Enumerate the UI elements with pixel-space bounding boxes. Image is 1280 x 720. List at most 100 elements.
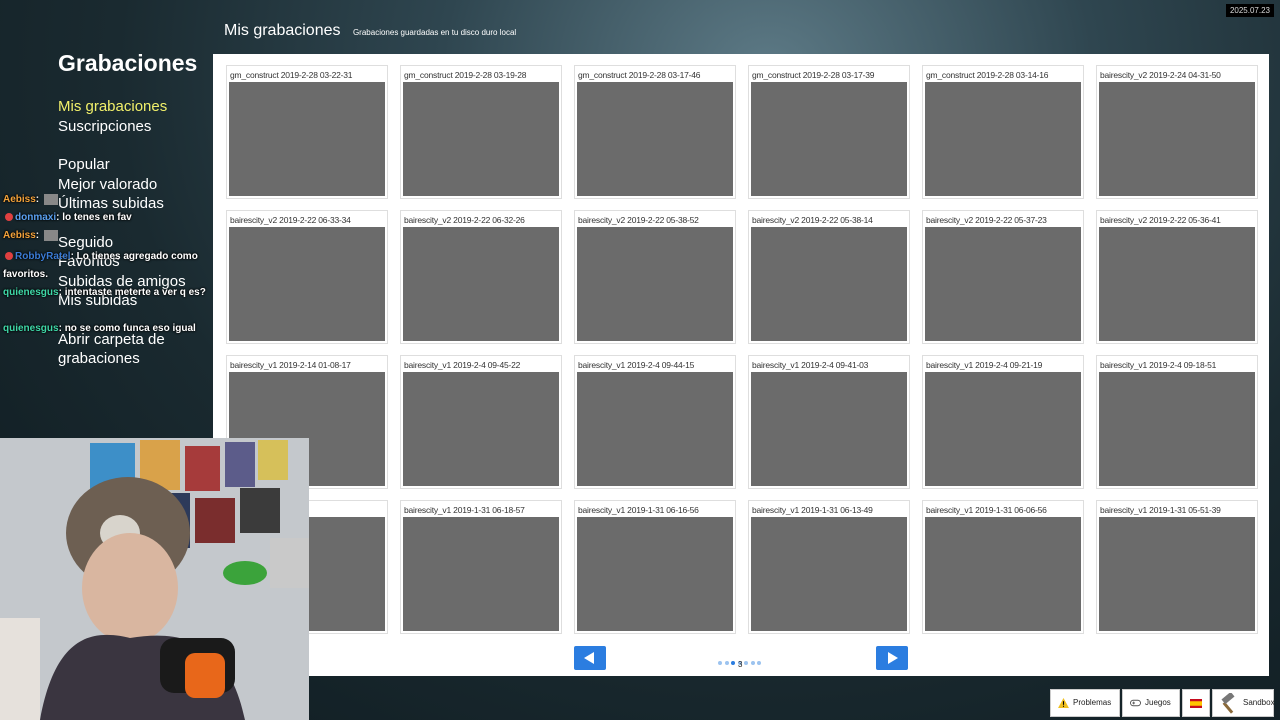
recording-thumbnail	[925, 227, 1081, 341]
recording-thumbnail	[751, 227, 907, 341]
recording-card[interactable]: bairescity_v2 2019-2-22 05-38-14	[748, 210, 910, 344]
games-label: Juegos	[1145, 698, 1171, 707]
page-subtitle: Grabaciones guardadas en tu disco duro l…	[352, 28, 517, 37]
recording-title: bairescity_v2 2019-2-22 05-38-14	[752, 215, 873, 225]
page-dot[interactable]	[744, 661, 748, 665]
recording-thumbnail	[925, 82, 1081, 196]
chat-message: Aebiss:	[3, 230, 60, 241]
recording-thumbnail	[229, 82, 385, 196]
recording-thumbnail	[1099, 227, 1255, 341]
recording-card[interactable]: bairescity_v1 2019-2-4 09-18-51	[1096, 355, 1258, 489]
chat-message: donmaxi: lo tenes en fav	[3, 212, 132, 223]
recording-card[interactable]: bairescity_v1 2019-1-31 06-13-49	[748, 500, 910, 634]
recording-thumbnail	[229, 227, 385, 341]
recording-card[interactable]: gm_construct 2019-2-28 03-22-31	[226, 65, 388, 199]
recording-thumbnail	[577, 82, 733, 196]
next-page-button[interactable]	[876, 646, 908, 670]
recording-thumbnail	[751, 372, 907, 486]
recording-card[interactable]: bairescity_v2 2019-2-22 05-36-41	[1096, 210, 1258, 344]
recording-thumbnail	[403, 517, 559, 631]
chat-emote-icon	[43, 230, 58, 241]
recording-thumbnail	[925, 372, 1081, 486]
chat-badge-icon	[5, 213, 13, 222]
sidebar-item-ultimas-subidas[interactable]: Últimas subidas	[58, 194, 164, 213]
chat-text: no se como funca eso igual	[64, 323, 196, 334]
recording-title: bairescity_v2 2019-2-22 06-33-34	[230, 215, 351, 225]
chat-username: quienesgus	[3, 323, 59, 334]
recording-title: bairescity_v1 2019-1-31 06-06-56	[926, 505, 1047, 515]
recording-card[interactable]: gm_construct 2019-2-28 03-17-46	[574, 65, 736, 199]
arrow-right-icon	[888, 652, 898, 664]
sidebar-item-mis-grabaciones[interactable]: Mis grabaciones	[58, 97, 167, 116]
recording-card[interactable]: bairescity_v1 2019-1-31 06-18-57	[400, 500, 562, 634]
current-page-number: 3	[738, 660, 743, 669]
warning-icon	[1058, 698, 1069, 708]
recording-card[interactable]: bairescity_v1 2019-1-31 05-51-39	[1096, 500, 1258, 634]
recording-thumbnail	[751, 517, 907, 631]
hammer-icon	[1221, 693, 1235, 714]
recording-title: bairescity_v2 2019-2-22 05-38-52	[578, 215, 699, 225]
previous-page-button[interactable]	[574, 646, 606, 670]
page-dot[interactable]	[757, 661, 761, 665]
recording-card[interactable]: bairescity_v2 2019-2-22 05-38-52	[574, 210, 736, 344]
page-title: Mis grabaciones	[224, 22, 341, 39]
recording-card[interactable]: bairescity_v1 2019-2-4 09-44-15	[574, 355, 736, 489]
sidebar-item-suscripciones[interactable]: Suscripciones	[58, 117, 151, 136]
webcam-overlay	[0, 438, 309, 720]
recording-card[interactable]: bairescity_v1 2019-2-4 09-21-19	[922, 355, 1084, 489]
spain-flag-icon	[1190, 699, 1202, 708]
recording-title: bairescity_v1 2019-2-4 09-41-03	[752, 360, 869, 370]
chat-username: Aebiss	[3, 230, 36, 242]
recording-card[interactable]: bairescity_v2 2019-2-22 06-32-26	[400, 210, 562, 344]
recording-card[interactable]: gm_construct 2019-2-28 03-19-28	[400, 65, 562, 199]
page-dot[interactable]	[724, 661, 729, 665]
problems-button[interactable]: Problemas	[1050, 689, 1120, 717]
chat-message: quienesgus: intentaste meterte a ver q e…	[3, 287, 206, 298]
page-header: Mis grabaciones Grabaciones guardadas en…	[224, 22, 516, 40]
recording-thumbnail	[403, 227, 559, 341]
recording-thumbnail	[1099, 517, 1255, 631]
chat-message: Aebiss:	[3, 194, 60, 205]
recording-card[interactable]: gm_construct 2019-2-28 03-14-16	[922, 65, 1084, 199]
problems-label: Problemas	[1073, 698, 1112, 707]
recording-thumbnail	[577, 372, 733, 486]
chat-message: RobbyRatel: Lo tienes agregado como favo…	[3, 251, 198, 280]
recording-thumbnail	[1099, 82, 1255, 196]
recording-card[interactable]: bairescity_v2 2019-2-22 06-33-34	[226, 210, 388, 344]
sidebar-item-popular[interactable]: Popular	[58, 155, 110, 174]
chat-username: donmaxi	[15, 212, 57, 223]
recording-card[interactable]: bairescity_v1 2019-1-31 06-06-56	[922, 500, 1084, 634]
page-dot[interactable]	[718, 661, 722, 665]
recording-title: bairescity_v1 2019-1-31 06-16-56	[578, 505, 699, 515]
page-dot[interactable]	[731, 661, 735, 665]
chat-emote-icon	[43, 194, 58, 205]
recording-title: bairescity_v1 2019-2-14 01-08-17	[230, 360, 351, 370]
recording-card[interactable]: bairescity_v1 2019-2-4 09-41-03	[748, 355, 910, 489]
recording-title: bairescity_v1 2019-1-31 06-13-49	[752, 505, 873, 515]
recording-title: gm_construct 2019-2-28 03-19-28	[404, 70, 527, 80]
recording-title: bairescity_v2 2019-2-22 05-36-41	[1100, 215, 1221, 225]
recording-title: gm_construct 2019-2-28 03-17-46	[578, 70, 701, 80]
recording-title: bairescity_v2 2019-2-22 05-37-23	[926, 215, 1047, 225]
chat-text: intentaste meterte a ver q es?	[64, 287, 206, 298]
recording-title: bairescity_v2 2019-2-24 04-31-50	[1100, 70, 1221, 80]
bottom-toolbar: Problemas Juegos Sandbox	[1050, 689, 1275, 717]
recording-card[interactable]: gm_construct 2019-2-28 03-17-39	[748, 65, 910, 199]
recording-thumbnail	[751, 82, 907, 196]
arrow-left-icon	[584, 652, 594, 664]
games-button[interactable]: Juegos	[1122, 689, 1180, 717]
recording-thumbnail	[1099, 372, 1255, 486]
recording-card[interactable]: bairescity_v1 2019-2-4 09-45-22	[400, 355, 562, 489]
recording-title: bairescity_v1 2019-2-4 09-18-51	[1100, 360, 1217, 370]
recording-card[interactable]: bairescity_v2 2019-2-24 04-31-50	[1096, 65, 1258, 199]
recording-title: bairescity_v2 2019-2-22 06-32-26	[404, 215, 525, 225]
language-button[interactable]	[1182, 689, 1210, 717]
sandbox-button[interactable]: Sandbox	[1212, 689, 1275, 717]
page-dot[interactable]	[750, 661, 755, 665]
chat-username: RobbyRatel	[15, 251, 71, 262]
recording-card[interactable]: bairescity_v2 2019-2-22 05-37-23	[922, 210, 1084, 344]
recording-card[interactable]: bairescity_v1 2019-1-31 06-16-56	[574, 500, 736, 634]
chat-message: quienesgus: no se como funca eso igual	[3, 323, 196, 334]
recording-thumbnail	[577, 227, 733, 341]
sidebar-item-mejor-valorado[interactable]: Mejor valorado	[58, 175, 157, 194]
